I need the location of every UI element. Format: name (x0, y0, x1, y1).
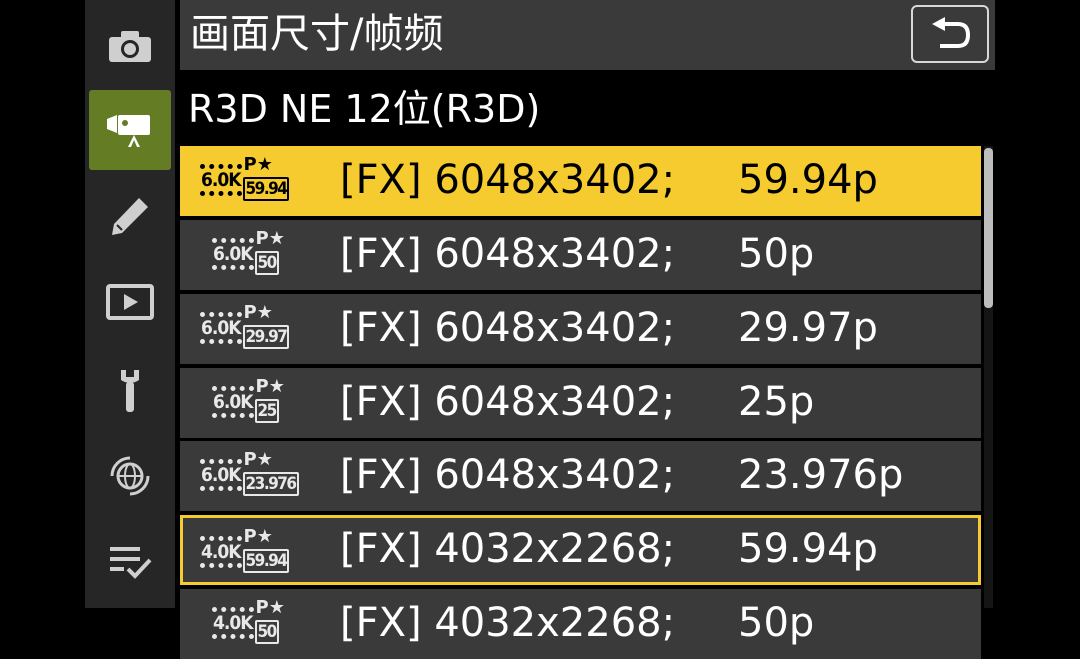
frame-size-label: [FX] 6048x3402; (340, 157, 676, 203)
frame-rate-label: 59.94p (738, 157, 878, 203)
frame-size-label: [FX] 6048x3402; (340, 231, 676, 277)
checklist-icon (110, 547, 152, 579)
frame-rate-label: 50p (738, 600, 815, 646)
wrench-icon (121, 370, 139, 412)
movie-camera-icon (107, 115, 150, 147)
return-arrow-icon (932, 17, 971, 48)
tab-photo-shooting[interactable] (89, 18, 171, 74)
scrollbar[interactable] (984, 146, 993, 608)
tab-my-menu[interactable] (89, 534, 171, 590)
list-item[interactable]: 6.0K P★ 50 [FX] 6048x3402; 50p (180, 220, 981, 290)
frame-rate-label: 23.976p (738, 452, 904, 498)
camera-icon (109, 31, 151, 62)
page-title: 画面尺寸/帧频 (190, 11, 444, 57)
back-button[interactable] (911, 5, 989, 63)
pencil-icon (112, 198, 148, 235)
codec-subtitle: R3D NE 12位(R3D) (188, 87, 541, 131)
tab-network[interactable] (89, 448, 171, 504)
frame-size-label: [FX] 4032x2268; (340, 526, 676, 572)
tab-custom-settings[interactable] (89, 188, 171, 244)
list-item[interactable]: 4.0K P★ 59.94 [FX] 4032x2268; 59.94p (180, 515, 981, 585)
list-item[interactable]: 4.0K P★ 50 [FX] 4032x2268; 50p (180, 589, 981, 659)
frame-rate-label: 29.97p (738, 305, 878, 351)
list-item[interactable]: 6.0K P★ 23.976 [FX] 6048x3402; 23.976p (180, 441, 981, 511)
frame-rate-label: 50p (738, 231, 815, 277)
scrollbar-thumb[interactable] (984, 148, 993, 308)
frame-size-label: [FX] 6048x3402; (340, 452, 676, 498)
menu-tab-rail (85, 0, 175, 608)
frame-rate-label: 25p (738, 379, 815, 425)
list-item[interactable]: 6.0K P★ 25 [FX] 6048x3402; 25p (180, 368, 981, 438)
tab-setup[interactable] (89, 362, 171, 418)
tab-movie-recording[interactable] (89, 90, 171, 170)
title-bar: 画面尺寸/帧频 (180, 0, 995, 70)
frame-rate-label: 59.94p (738, 526, 878, 572)
list-item[interactable]: 6.0K P★ 29.97 [FX] 6048x3402; 29.97p (180, 294, 981, 364)
frame-size-label: [FX] 4032x2268; (340, 600, 676, 646)
tab-playback[interactable] (89, 274, 171, 330)
network-icon (110, 456, 150, 496)
frame-size-label: [FX] 6048x3402; (340, 379, 676, 425)
frame-size-label: [FX] 6048x3402; (340, 305, 676, 351)
playback-icon (106, 284, 154, 320)
list-item[interactable]: 6.0K P★ 59.94 [FX] 6048x3402; 59.94p (180, 146, 981, 216)
